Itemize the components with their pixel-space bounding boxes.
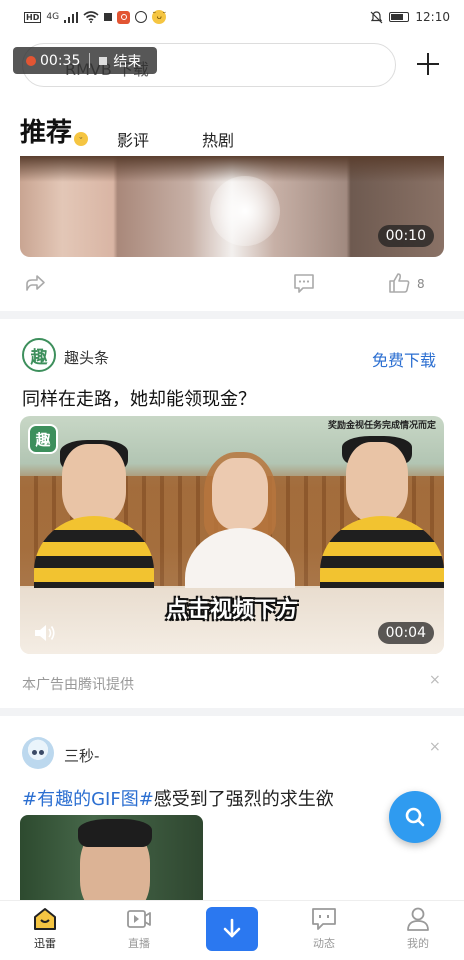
thumbs-up-icon[interactable] [388,271,412,295]
status-left: HD 4G ˘ᴗ˘ [24,10,167,24]
gif-person-hair [78,819,152,847]
add-button[interactable] [414,50,442,78]
bottom-nav: 迅雷 直播 动态 我的 [0,900,464,960]
nav-item-home[interactable]: 迅雷 [15,905,75,951]
post-body: 感受到了强烈的求生欲 [153,789,334,810]
close-icon[interactable]: × [429,672,441,688]
profile-icon [407,907,429,931]
nav-item-profile[interactable]: 我的 [388,905,448,951]
battery-icon [389,12,410,22]
video-duration: 00:10 [377,225,434,247]
screen-record-icon [117,10,131,24]
feed-divider [0,708,464,716]
tab-recommend[interactable]: 推荐 [20,112,72,149]
tab-hot-dramas[interactable]: 热剧 [202,127,234,151]
advertiser-logo-char: 趣 [30,347,48,368]
status-right: 12:10 [370,10,450,24]
video-person-face [212,458,268,530]
mute-bell-icon [370,10,383,23]
nav-label: 迅雷 [34,937,56,950]
screen-recording-pill[interactable]: 00:35 结束 [13,47,157,74]
signal-label: 4G [46,12,60,22]
download-icon [223,918,241,938]
video-corner-note: 奖励金视任务完成情况而定 [327,421,436,431]
home-icon [34,908,56,930]
search-icon [405,807,425,827]
feed-divider [0,311,464,319]
avatar[interactable] [22,737,54,769]
video-person-face [62,444,126,524]
advertiser-badge-icon: 趣 [28,424,58,454]
recording-elapsed: 00:35 [40,52,81,69]
recording-dot-icon [26,55,36,66]
status-bar: HD 4G ˘ᴗ˘ 12:10 [0,0,464,34]
emoji-app-icon: ˘ᴗ˘ [152,10,167,24]
status-time: 12:10 [415,10,450,24]
post-hashtag[interactable]: #有趣的GIF图# [22,789,154,810]
stop-icon [99,56,108,65]
notification-square-icon [104,13,113,21]
share-icon[interactable] [24,272,46,294]
signal-icon [64,11,79,23]
message-icon [312,908,336,930]
like-count: 8 [417,277,425,291]
tab-reviews[interactable]: 影评 [117,127,149,151]
user-name[interactable]: 三秒- [64,745,99,766]
close-icon[interactable]: × [429,739,441,755]
download-button[interactable] [206,907,258,951]
tab-emoji-icon: ᵕ [74,132,88,146]
play-circle-icon [135,11,148,23]
nav-item-live[interactable]: 直播 [109,905,169,951]
nav-item-feed[interactable]: 动态 [294,905,354,951]
free-download-button[interactable]: 免费下载 [372,347,436,371]
video-person-face [346,442,408,522]
video-duration: 00:04 [377,622,434,644]
ad-source-label: 本广告由腾讯提供 [22,677,134,693]
ad-video[interactable]: 趣 奖励金视任务完成情况而定 点击视频下方 00:04 [20,416,444,654]
thumbnail-light [210,176,280,246]
post-text[interactable]: #有趣的GIF图#感受到了强烈的求生欲 [22,785,334,811]
gif-thumbnail[interactable] [20,815,203,900]
advertiser-logo[interactable]: 趣 [22,338,56,372]
card-actions: 8 [20,266,444,302]
wifi-icon [83,11,99,23]
hd-icon: HD [24,11,42,23]
advertiser-badge-char: 趣 [35,430,51,449]
comment-icon[interactable] [293,272,315,294]
category-tabs: 推荐 ᵕ 影评 热剧 [0,108,464,154]
search-fab-button[interactable] [389,791,441,843]
advertiser-name[interactable]: 趣头条 [64,347,109,368]
nav-label: 我的 [407,937,429,950]
video-thumbnail[interactable]: 00:10 [20,156,444,257]
nav-label: 动态 [313,937,335,950]
recording-divider [89,53,91,68]
video-caption: 点击视频下方 [165,598,298,623]
nav-label: 直播 [128,937,150,950]
speaker-icon[interactable] [34,624,56,642]
recording-end-button[interactable]: 结束 [113,51,141,71]
live-icon [127,910,151,928]
ad-title[interactable]: 同样在走路，她却能领现金？ [22,385,256,411]
